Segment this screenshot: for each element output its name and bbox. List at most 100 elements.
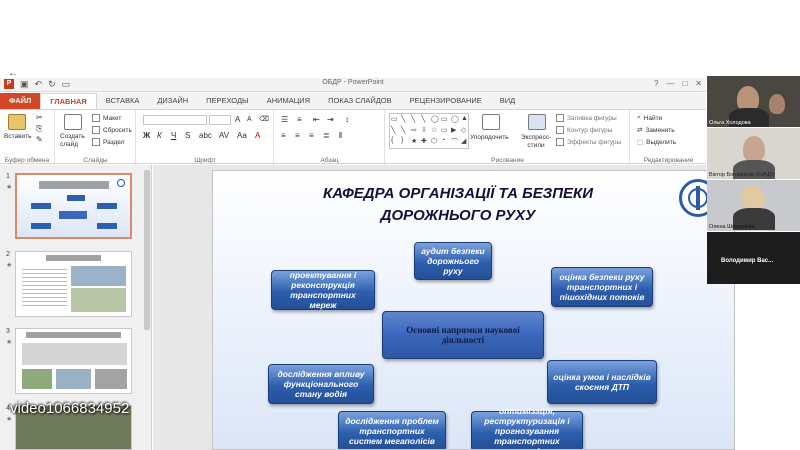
arrange-icon[interactable] [482,114,500,130]
tab-slide-show[interactable]: ПОКАЗ СЛАЙДОВ [319,93,401,109]
video-tile-1[interactable]: Ольга Холодова [707,76,800,127]
align-left-icon[interactable]: ≡ [281,132,286,140]
window-controls: ? — □ ✕ [654,79,702,88]
slide-title[interactable]: КАФЕДРА ОРГАНІЗАЦІЇ ТА БЕЗПЕКИ ДОРОЖНЬОГ… [293,183,623,227]
outline-icon [556,126,564,134]
effects-icon [556,138,564,146]
editing-group: ⌕ Найти ⇄ Заменить ⬚ Выделить Редактировани… [631,110,706,165]
section-label: Раздел [103,138,125,146]
tab-review[interactable]: РЕЦЕНЗИРОВАНИЕ [401,93,491,109]
numbering-icon[interactable]: ≡ [297,116,302,124]
find-button[interactable]: ⌕ Найти [637,114,662,122]
tab-insert[interactable]: ВСТАВКА [97,93,149,109]
quick-styles-button[interactable]: Экспресс-стили [516,134,556,150]
slide-thumbnail-2[interactable] [15,251,132,317]
help-button[interactable]: ? [654,79,658,88]
box-assessment[interactable]: оцінка безпеки руху транспортних і пішох… [551,267,653,307]
box-center[interactable]: Основні напрямки наукової діяльності [382,311,544,359]
tab-view[interactable]: ВИД [491,93,524,109]
line-spacing-icon[interactable]: ↕ [345,116,349,124]
tab-animations[interactable]: АНИМАЦИЯ [258,93,319,109]
tab-file[interactable]: ФАЙЛ [0,93,41,109]
box-research[interactable]: дослідження впливу функціонального стану… [268,364,374,404]
columns-icon[interactable]: ⫴ [339,132,342,140]
reset-button[interactable]: Сбросить [92,126,132,134]
minimize-button[interactable]: — [666,79,674,88]
change-case-icon[interactable]: Aa [237,132,247,140]
slide-thumbnail-1[interactable] [15,173,132,239]
font-color-icon[interactable]: A [255,132,260,140]
slide-star-2: ★ [6,262,13,269]
participant-name-3: Олена Шершнєва [709,224,755,230]
shape-effects-button[interactable]: Эффекты фигуры [556,138,621,146]
new-slide-button[interactable]: Создать слайд [60,133,90,149]
window-title: ОБДР - PowerPoint [322,79,384,86]
tab-home[interactable]: ГЛАВНАЯ [40,93,97,109]
replace-label: Заменить [645,126,675,134]
layout-button[interactable]: Макет [92,114,121,122]
slide-number-1: 1 [6,173,10,180]
clear-format-icon[interactable]: ⌫ [259,116,269,124]
editing-group-label: Редактирование [643,157,694,164]
shadow-icon[interactable]: S [185,132,190,140]
close-button[interactable]: ✕ [695,79,702,88]
shrink-font-icon[interactable]: A [247,116,252,124]
new-slide-icon[interactable] [64,114,82,130]
participant-name-4: Володимир Вас... [721,258,774,264]
box-megacities[interactable]: дослідження проблем транспортних систем … [338,411,446,449]
box-conditions[interactable]: оцінка умов і наслідків скоєння ДТП [547,360,657,404]
ribbon: Вставить ✂ ⎘ ✎ Буфер обмена Создать слай… [0,109,706,165]
bold-icon[interactable]: Ж [143,132,150,140]
box-design[interactable]: проектування і реконструкція транспортни… [271,270,375,310]
current-slide[interactable]: КАФЕДРА ОРГАНІЗАЦІЇ ТА БЕЗПЕКИ ДОРОЖНЬОГ… [212,170,735,450]
find-label: Найти [643,114,663,122]
shape-outline-button[interactable]: Контур фигуры [556,126,612,134]
section-button[interactable]: Раздел [92,138,124,146]
video-tile-2[interactable]: Віктор Богомолов ХНАДУ [707,128,800,179]
cut-icon[interactable]: ✂ [36,114,43,122]
grow-font-icon[interactable]: A [235,116,240,124]
arrange-button[interactable]: Упорядочить [470,134,509,142]
justify-icon[interactable]: ≣ [323,132,330,140]
replace-icon: ⇄ [637,127,643,134]
font-name-box[interactable] [143,115,207,125]
slide-number-2: 2 [6,251,10,258]
box-audit[interactable]: аудит безпеки дорожнього руху [414,242,492,280]
paragraph-group-label: Абзац [320,157,339,164]
video-id-overlay: video1066834952 [10,400,130,417]
video-tile-3[interactable]: Олена Шершнєва [707,180,800,231]
shape-effects-label: Эффекты фигуры [567,138,622,146]
font-group-label: Шрифт [194,157,216,164]
video-tile-4[interactable]: Володимир Вас... [707,232,800,284]
increase-indent-icon[interactable]: ⇥ [327,116,334,124]
bullets-icon[interactable]: ☰ [281,116,288,124]
align-right-icon[interactable]: ≡ [309,132,314,140]
quick-styles-icon[interactable] [528,114,546,130]
shapes-gallery[interactable]: ▭ ╲ ╲ ╲ ◯ ▭ ◯ ▲ ╲ ╲ ⇨ ⇩ ☆ ▭ ▶ ◇ {} ★ ✚ ⬡ ◔ ⌒ ◢ [389,113,469,149]
slide-title-line2: ДОРОЖНЬОГО РУХУ [380,207,536,224]
decrease-indent-icon[interactable]: ⇤ [313,116,320,124]
slide-thumbnail-3[interactable] [15,328,132,394]
format-painter-icon[interactable]: ✎ [36,136,43,144]
spacing-icon[interactable]: AV [219,132,229,140]
underline-icon[interactable]: Ч [171,132,176,140]
thumbnail-scrollbar[interactable] [144,170,150,330]
align-center-icon[interactable]: ≡ [295,132,300,140]
copy-icon[interactable]: ⎘ [36,125,42,133]
shape-outline-label: Контур фигуры [567,126,613,134]
paste-button[interactable]: Вставить [4,133,32,141]
font-group: A A ⌫ Ж К Ч S abc AV Aa A Шрифт [137,110,274,165]
strikethrough-icon[interactable]: abc [199,132,212,140]
font-size-box[interactable] [209,115,231,125]
tab-transitions[interactable]: ПЕРЕХОДЫ [197,93,258,109]
shape-fill-button[interactable]: Заливка фигуры [556,114,617,122]
select-button[interactable]: ⬚ Выделить [637,138,676,147]
italic-icon[interactable]: К [157,132,162,140]
tab-design[interactable]: ДИЗАЙН [148,93,197,109]
box-optimization[interactable]: оптимізація, реструктуризація і прогнозу… [471,406,583,449]
maximize-button[interactable]: □ [682,79,687,88]
select-icon: ⬚ [637,139,644,146]
replace-button[interactable]: ⇄ Заменить [637,126,675,135]
paste-icon[interactable] [8,114,26,130]
find-icon: ⌕ [637,114,641,121]
